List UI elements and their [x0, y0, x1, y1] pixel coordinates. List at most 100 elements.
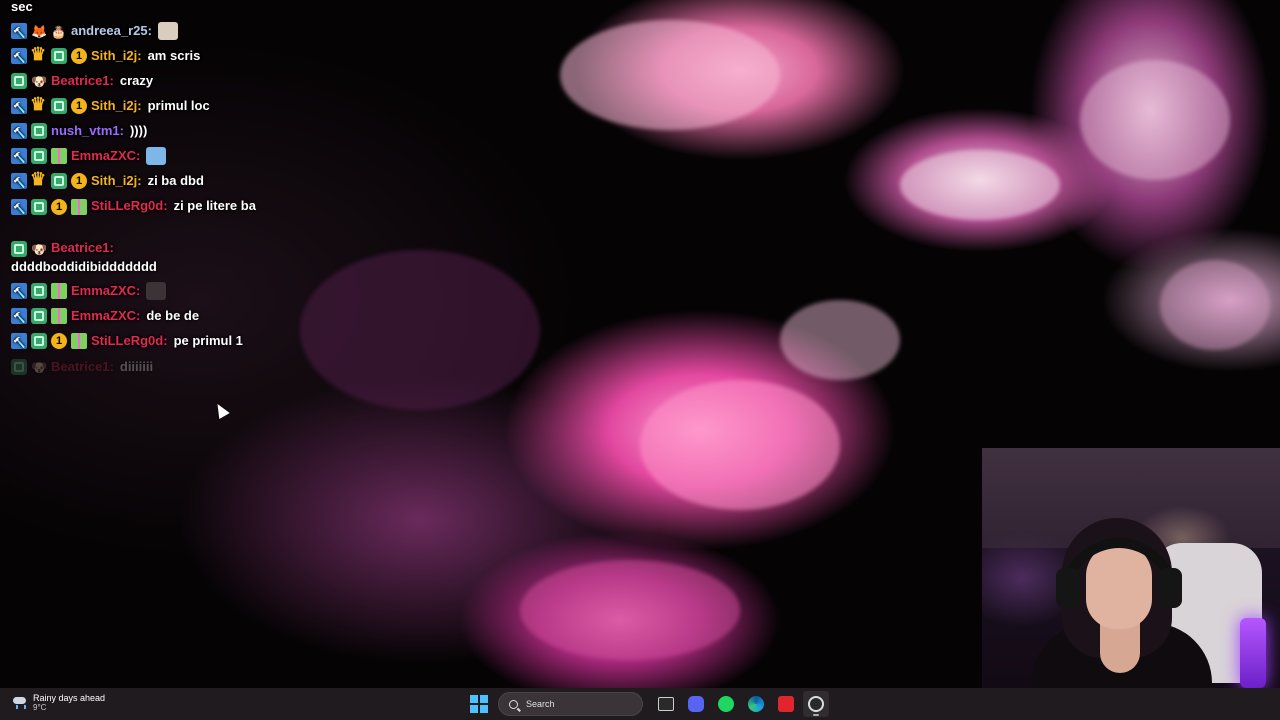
gift-badge-icon [51, 282, 67, 299]
chat-text: pe primul 1 [173, 333, 243, 348]
chat-username: StiLLeRg0d: [91, 333, 168, 348]
number-one-badge-icon: 1 [51, 332, 67, 349]
webcam-feed [982, 448, 1280, 688]
chat-message: nush_vtm1: )))) [11, 121, 147, 140]
spotify-button[interactable] [713, 691, 739, 717]
task-view-button[interactable] [653, 691, 679, 717]
subscriber-badge-icon [31, 282, 47, 299]
chat-message: 1 Sith_i2j: am scris [11, 45, 201, 65]
chat-text: am scris [147, 48, 201, 63]
obs-button[interactable] [803, 691, 829, 717]
chat-text: primul loc [147, 98, 210, 113]
chat-message: andreea_r25: [11, 21, 178, 42]
subscriber-badge-icon [31, 147, 47, 164]
moderator-badge-icon [11, 332, 27, 349]
chat-message: EmmaZXC: [11, 146, 167, 165]
chat-username: EmmaZXC: [71, 308, 141, 323]
chat-text: ddddboddidibiddddddd [11, 259, 157, 274]
emote-icon [146, 281, 167, 300]
chat-username: Sith_i2j: [91, 98, 142, 113]
gift-badge-icon [51, 307, 67, 324]
fox-badge-icon [31, 22, 47, 41]
red-app-button[interactable] [773, 691, 799, 717]
edge-button[interactable] [743, 691, 769, 717]
rgb-light [1240, 618, 1266, 688]
chat-message: 1 StiLLeRg0d: pe primul 1 [11, 331, 243, 350]
chat-username: Beatrice1: [51, 359, 114, 374]
chat-username: Beatrice1: [51, 240, 114, 255]
chat-text: zi pe litere ba [173, 198, 256, 213]
chat-username: Sith_i2j: [91, 48, 142, 63]
moderator-badge-icon [11, 22, 27, 39]
moderator-badge-icon [11, 122, 27, 139]
subscriber-badge-icon [31, 307, 47, 324]
chat-message: 1 StiLLeRg0d: zi pe litere ba [11, 196, 281, 215]
moderator-badge-icon [11, 97, 27, 114]
subscriber-badge-icon [51, 47, 67, 64]
chat-username: Beatrice1: [51, 73, 114, 88]
search-icon [509, 699, 518, 709]
chat-text: de be de [146, 308, 200, 323]
chat-text: zi ba dbd [147, 173, 204, 188]
number-one-badge-icon: 1 [71, 47, 87, 64]
start-button[interactable] [466, 691, 492, 717]
moderator-badge-icon [11, 147, 27, 164]
cat-emote-icon [157, 21, 178, 40]
subscriber-badge-icon [51, 172, 67, 189]
discord-button[interactable] [683, 691, 709, 717]
pet-badge-icon [31, 358, 47, 377]
pet-badge-icon [31, 240, 47, 259]
moderator-badge-icon [11, 47, 27, 64]
search-input[interactable]: Search [498, 692, 643, 716]
subscriber-badge-icon [11, 72, 27, 89]
subscriber-badge-icon [11, 240, 27, 257]
chat-top-line: sec [11, 0, 33, 14]
chat-username: Sith_i2j: [91, 173, 142, 188]
chat-username: nush_vtm1: [51, 123, 124, 138]
chat-message: Beatrice1: crazy [11, 71, 154, 91]
moderator-badge-icon [11, 282, 27, 299]
number-one-badge-icon: 1 [51, 198, 67, 215]
chat-message: EmmaZXC: [11, 281, 167, 300]
chat-username: andreea_r25: [71, 23, 152, 38]
chat-message: 1 Sith_i2j: zi ba dbd [11, 170, 204, 190]
chat-username: EmmaZXC: [71, 283, 141, 298]
chat-text: crazy [119, 73, 154, 88]
obs-icon [808, 696, 824, 712]
crown-badge-icon [30, 95, 47, 114]
gift-badge-icon [51, 147, 67, 164]
spotify-icon [718, 696, 734, 712]
weather-title: Rainy days ahead [33, 693, 106, 703]
moderator-badge-icon [11, 172, 27, 189]
chat-username: EmmaZXC: [71, 148, 141, 163]
emote-icon [146, 146, 167, 165]
taskbar: Rainy days ahead 9°C Search [0, 688, 1280, 720]
rain-cloud-icon [12, 695, 28, 711]
crown-badge-icon [30, 170, 47, 189]
moderator-badge-icon [11, 307, 27, 324]
chat-message: Beatrice1: diiiiiii [11, 357, 154, 377]
number-one-badge-icon: 1 [71, 172, 87, 189]
gift-badge-icon [71, 332, 87, 349]
chat-overlay: sec andreea_r25: 1 Sith_i2j: am scris Be… [11, 0, 311, 377]
subscriber-badge-icon [11, 358, 27, 375]
edge-icon [748, 696, 764, 712]
discord-icon [688, 696, 704, 712]
chat-username: StiLLeRg0d: [91, 198, 168, 213]
red-app-icon [778, 696, 794, 712]
subscriber-badge-icon [31, 198, 47, 215]
weather-temp: 9°C [33, 703, 47, 712]
cake-badge-icon [51, 23, 67, 42]
task-view-icon [658, 697, 674, 711]
pet-badge-icon [31, 72, 47, 91]
chat-message: 1 Sith_i2j: primul loc [11, 95, 210, 115]
subscriber-badge-icon [31, 332, 47, 349]
weather-widget[interactable]: Rainy days ahead 9°C [12, 693, 105, 713]
number-one-badge-icon: 1 [71, 97, 87, 114]
chat-text: diiiiiii [119, 359, 154, 374]
subscriber-badge-icon [31, 122, 47, 139]
chat-text: )))) [129, 123, 148, 138]
search-placeholder: Search [526, 699, 555, 709]
chat-message: EmmaZXC: de be de [11, 306, 199, 325]
moderator-badge-icon [11, 198, 27, 215]
